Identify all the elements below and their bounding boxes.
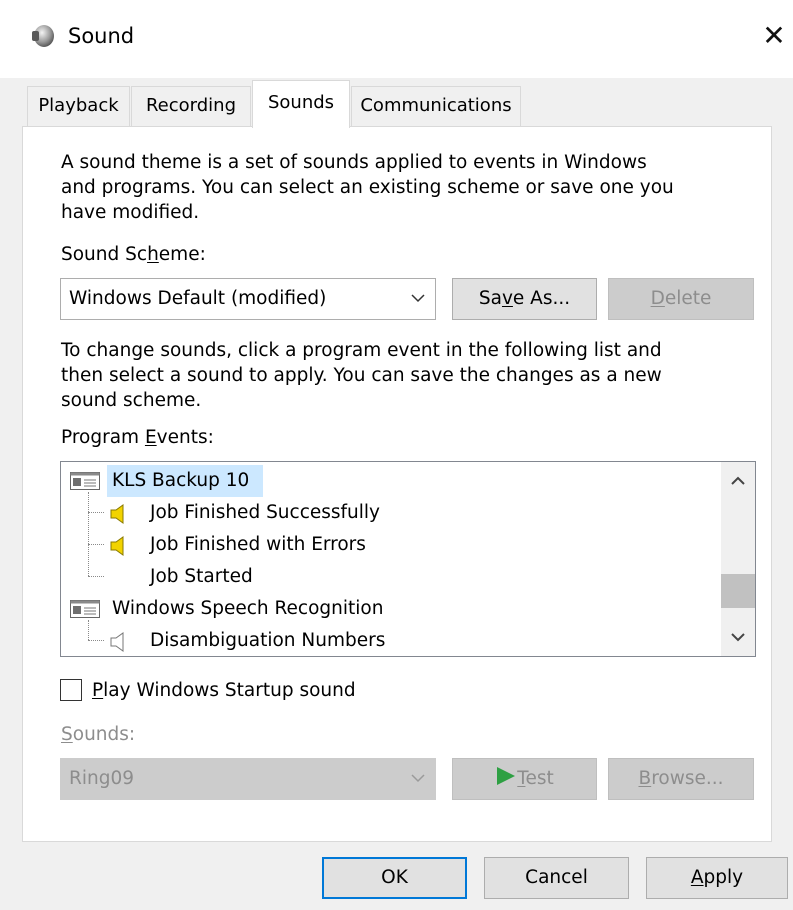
program-group-icon <box>70 600 100 618</box>
tab-playback[interactable]: Playback <box>27 86 130 126</box>
events-scrollbar[interactable] <box>721 462 755 656</box>
test-button[interactable]: Test <box>452 758 597 800</box>
tab-communications[interactable]: Communications <box>351 86 521 126</box>
delete-button[interactable]: Delete <box>608 278 754 320</box>
event-label: Job Started <box>150 566 253 587</box>
instructions-line: To change sounds, click a program event … <box>61 340 662 361</box>
intro-text: A sound theme is a set of sounds applied… <box>61 150 674 225</box>
browse-button[interactable]: Browse... <box>608 758 754 800</box>
chevron-down-icon <box>411 774 425 783</box>
instructions-text: To change sounds, click a program event … <box>61 338 662 413</box>
speaker-active-icon <box>110 504 124 524</box>
sound-file-dropdown[interactable]: Ring09 <box>60 758 436 800</box>
sound-scheme-label: Sound Scheme: <box>61 244 206 265</box>
sounds-label: Sounds: <box>61 724 136 745</box>
event-label: Job Finished Successfully <box>150 502 381 523</box>
chevron-down-icon <box>411 294 425 303</box>
event-group-label: KLS Backup 10 <box>112 470 250 491</box>
ok-button[interactable]: OK <box>322 857 467 899</box>
title-bar: Sound ✕ <box>0 0 793 78</box>
chevron-down-icon[interactable] <box>729 628 747 646</box>
list-item[interactable]: Job Finished with Errors <box>61 529 716 561</box>
program-events-list[interactable]: KLS Backup 10 Job Finished Successfully … <box>60 461 756 657</box>
speaker-inactive-icon <box>110 632 124 652</box>
instructions-line: sound scheme. <box>61 390 202 411</box>
close-icon[interactable]: ✕ <box>758 20 790 52</box>
sound-file-value: Ring09 <box>69 768 135 789</box>
list-item[interactable]: Windows Speech Recognition <box>61 593 716 625</box>
speaker-app-icon <box>32 25 54 47</box>
instructions-line: then select a sound to apply. You can sa… <box>61 365 662 386</box>
cancel-button[interactable]: Cancel <box>484 857 629 899</box>
scrollbar-thumb[interactable] <box>721 574 755 608</box>
event-group-label: Windows Speech Recognition <box>112 598 384 619</box>
intro-line: and programs. You can select an existing… <box>61 177 674 198</box>
save-as-button[interactable]: Save As... <box>452 278 597 320</box>
event-label: Job Finished with Errors <box>150 534 366 555</box>
tab-recording[interactable]: Recording <box>131 86 251 126</box>
program-events-label: Program Events: <box>61 427 214 448</box>
apply-button[interactable]: Apply <box>646 857 788 899</box>
speaker-active-icon <box>110 536 124 556</box>
program-group-icon <box>70 472 100 490</box>
startup-sound-checkbox[interactable] <box>60 679 82 701</box>
window-title: Sound <box>68 24 135 48</box>
list-item[interactable]: Job Finished Successfully <box>61 497 716 529</box>
list-item[interactable]: Job Started <box>61 561 716 593</box>
sound-scheme-dropdown[interactable]: Windows Default (modified) <box>60 278 436 320</box>
list-item[interactable]: Disambiguation Numbers <box>61 625 716 656</box>
sound-scheme-value: Windows Default (modified) <box>69 288 327 309</box>
intro-line: have modified. <box>61 202 200 223</box>
intro-line: A sound theme is a set of sounds applied… <box>61 152 647 173</box>
startup-sound-label[interactable]: Play Windows Startup sound <box>92 678 356 703</box>
list-item[interactable]: KLS Backup 10 <box>61 465 716 497</box>
chevron-up-icon[interactable] <box>729 472 747 490</box>
event-label: Disambiguation Numbers <box>150 630 386 651</box>
tab-sounds[interactable]: Sounds <box>252 80 350 128</box>
play-icon <box>497 767 516 785</box>
